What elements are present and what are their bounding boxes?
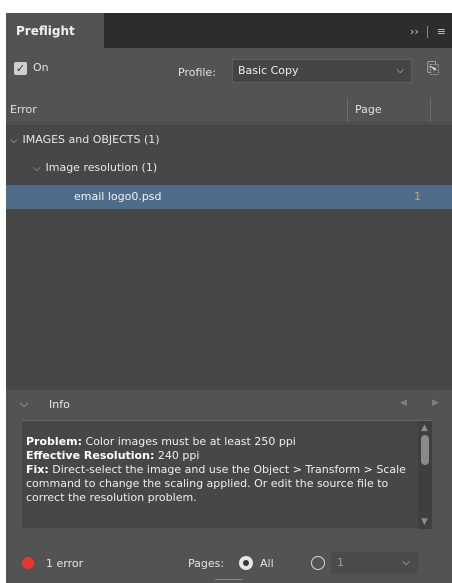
error-category-label: IMAGES and OBJECTS (1)	[22, 133, 160, 146]
info-box: Problem: Color images must be at least 2…	[22, 420, 432, 529]
resize-grip[interactable]	[215, 573, 243, 580]
scroll-up-icon[interactable]: ▲	[421, 423, 428, 433]
error-subcategory-label: Image resolution (1)	[45, 161, 158, 174]
pages-all-label: All	[260, 557, 274, 570]
column-page[interactable]: Page	[355, 103, 382, 116]
pages-range-value: 1	[337, 556, 344, 569]
tool-divider	[427, 26, 429, 38]
error-count: 1 error	[46, 557, 84, 570]
effective-resolution-value: 240 ppi	[157, 449, 200, 462]
panel-tools: ›› ≡	[405, 13, 446, 48]
problem-label: Problem:	[26, 435, 83, 448]
tab-preflight[interactable]: Preflight	[6, 13, 104, 48]
preflight-on-checkbox[interactable]: ✓	[14, 62, 27, 75]
error-status-icon	[22, 557, 34, 569]
profile-select[interactable]: Basic Copy ⌵	[232, 59, 412, 83]
pages-label: Pages:	[188, 557, 225, 570]
fix-label: Fix:	[26, 463, 49, 476]
previous-icon[interactable]: ◀	[400, 398, 407, 408]
column-divider[interactable]	[347, 98, 348, 122]
problem-text: Color images must be at least 250 ppi	[85, 435, 296, 448]
column-header: Error Page	[6, 98, 452, 123]
scroll-down-icon[interactable]: ▼	[421, 517, 428, 527]
column-divider[interactable]	[430, 98, 431, 122]
info-label: Info	[49, 398, 70, 411]
chevron-down-icon: ⌵	[402, 557, 410, 568]
error-list: ⌵ IMAGES and OBJECTS (1) ⌵ Image resolut…	[6, 124, 452, 390]
error-category-row[interactable]: ⌵ IMAGES and OBJECTS (1)	[6, 128, 452, 152]
error-page-link[interactable]: 1	[414, 185, 421, 209]
define-profiles-icon[interactable]: ⎘	[423, 58, 443, 78]
fix-text: Direct-select the image and use the Obje…	[26, 463, 406, 504]
effective-resolution-label: Effective Resolution:	[26, 449, 155, 462]
pages-range-field[interactable]: 1 ⌵	[331, 552, 418, 574]
column-error[interactable]: Error	[10, 103, 37, 116]
on-label: On	[33, 61, 49, 74]
panel-menu-icon[interactable]: ≡	[437, 13, 446, 50]
chevron-down-icon[interactable]: ⌵	[20, 397, 28, 411]
panel-tab-bar: Preflight ›› ≡	[6, 13, 452, 48]
expand-icon[interactable]: ››	[410, 13, 419, 50]
info-text: Problem: Color images must be at least 2…	[26, 435, 418, 505]
pages-range-radio[interactable]	[311, 556, 325, 570]
error-subcategory-row[interactable]: ⌵ Image resolution (1)	[6, 156, 452, 180]
pages-all-radio[interactable]	[239, 556, 253, 570]
chevron-down-icon[interactable]: ⌵	[10, 129, 19, 153]
scroll-thumb[interactable]	[421, 435, 429, 465]
error-item-label: email logo0.psd	[74, 190, 162, 203]
info-header[interactable]: ⌵ Info ◀ ▶	[6, 390, 452, 420]
preflight-panel: Preflight ›› ≡ ✓ On Profile: Basic Copy …	[6, 13, 452, 583]
error-item-row[interactable]: email logo0.psd 1	[6, 185, 452, 209]
chevron-down-icon: ⌵	[396, 65, 404, 76]
chevron-down-icon[interactable]: ⌵	[33, 157, 42, 181]
info-scrollbar[interactable]: ▲ ▼	[418, 421, 432, 529]
profile-value: Basic Copy	[238, 64, 299, 77]
profile-label: Profile:	[178, 66, 216, 79]
next-icon[interactable]: ▶	[432, 398, 439, 408]
